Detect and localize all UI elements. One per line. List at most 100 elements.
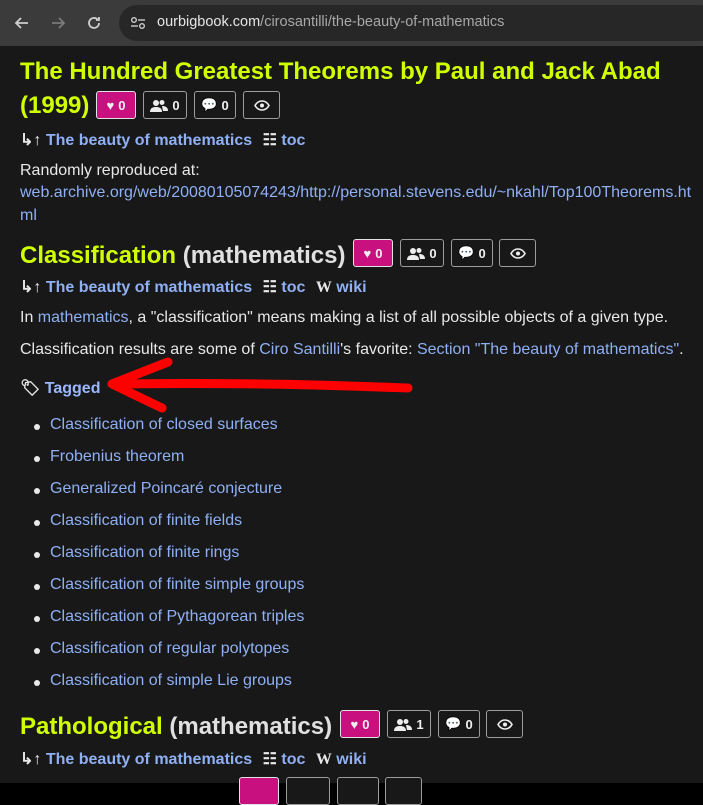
followers-count: 1	[416, 716, 424, 732]
tag-icon: 🏷	[20, 380, 41, 397]
followers-button[interactable]: 1	[387, 710, 431, 738]
list-item-link[interactable]: Classification of regular polytopes	[50, 640, 289, 657]
browser-toolbar: ourbigbook.com/cirosantilli/the-beauty-o…	[0, 0, 703, 46]
list-item[interactable]: Frobenius theorem	[33, 448, 184, 466]
page-content: The Hundred Greatest Theorems by Paul an…	[0, 46, 703, 805]
list-item-link[interactable]: Classification of finite fields	[50, 512, 242, 529]
section-title-line2[interactable]: (1999)	[20, 92, 89, 120]
heart-icon: ♥	[106, 97, 115, 113]
wiki-link[interactable]: wiki	[336, 279, 366, 296]
list-item-link[interactable]: Frobenius theorem	[50, 448, 184, 465]
view-button[interactable]	[499, 239, 536, 267]
toc-link[interactable]: toc	[281, 132, 305, 149]
eye-icon	[509, 247, 526, 259]
like-button[interactable]: ♥ 0	[340, 710, 380, 738]
like-button[interactable]: ♥ 0	[96, 91, 136, 119]
list-item-link[interactable]: Classification of finite simple groups	[50, 576, 304, 593]
url-text[interactable]: ourbigbook.com/cirosantilli/the-beauty-o…	[157, 14, 504, 30]
comments-button[interactable]	[337, 777, 379, 805]
comment-icon: 💬	[201, 97, 218, 112]
section-title-suffix: (mathematics)	[169, 713, 333, 740]
like-button[interactable]	[239, 777, 279, 805]
list-item[interactable]: Classification of Pythagorean triples	[33, 608, 304, 626]
toc-link[interactable]: toc	[281, 279, 305, 296]
wiki-link[interactable]: wiki	[336, 751, 366, 768]
comment-icon: 💬	[458, 245, 475, 260]
section-title[interactable]: Classification (mathematics)	[20, 242, 345, 270]
address-bar[interactable]: ourbigbook.com/cirosantilli/the-beauty-o…	[119, 5, 703, 41]
section-title-suffix: (mathematics)	[182, 242, 346, 269]
eye-icon	[253, 99, 270, 111]
reproduced-link[interactable]: web.archive.org/web/20080105074243/http:…	[20, 184, 691, 202]
list-item-link[interactable]: Classification of Pythagorean triples	[50, 608, 304, 625]
followers-count: 0	[172, 97, 180, 113]
comment-icon: 💬	[445, 716, 462, 731]
comments-button[interactable]: 💬 0	[194, 91, 236, 119]
list-item[interactable]: Classification of finite rings	[33, 544, 239, 562]
heart-icon: ♥	[350, 716, 359, 732]
list-item[interactable]: Generalized Poincaré conjecture	[33, 480, 282, 498]
followers-button[interactable]: 0	[143, 91, 187, 119]
section-nav: ↳↑ The beauty of mathematics ☷ toc W wik…	[20, 277, 367, 297]
text: , a "classification" means making a list…	[128, 309, 669, 326]
paragraph: In mathematics, a "classification" means…	[20, 309, 668, 327]
up-arrow-icon: ↳↑	[20, 132, 42, 149]
parent-link[interactable]: The beauty of mathematics	[46, 279, 252, 296]
list-item[interactable]: Classification of regular polytopes	[33, 640, 289, 658]
wikipedia-icon: W	[315, 279, 332, 296]
section-title[interactable]: Pathological (mathematics)	[20, 713, 332, 741]
like-count: 0	[362, 716, 370, 732]
list-item-link[interactable]: Classification of simple Lie groups	[50, 672, 292, 689]
list-item[interactable]: Classification of simple Lie groups	[34, 672, 292, 690]
reload-icon[interactable]	[82, 11, 106, 35]
text: In	[20, 309, 38, 326]
back-arrow-icon[interactable]	[10, 11, 34, 35]
reproduced-label: Randomly reproduced at:	[20, 162, 200, 179]
view-button[interactable]	[243, 91, 280, 119]
comments-button[interactable]: 💬 0	[438, 710, 480, 738]
list-icon: ☷	[262, 279, 277, 296]
list-icon: ☷	[262, 751, 277, 768]
list-item-link[interactable]: Classification of finite rings	[50, 544, 239, 561]
like-button[interactable]: ♥ 0	[353, 239, 393, 267]
url-host: ourbigbook.com	[157, 14, 261, 30]
list-item[interactable]: Classification of closed surfaces	[34, 416, 278, 434]
comments-button[interactable]: 💬 0	[451, 239, 493, 267]
comments-count: 0	[221, 97, 229, 113]
followers-button[interactable]: 0	[400, 239, 444, 267]
list-item-link[interactable]: Generalized Poincaré conjecture	[50, 480, 282, 497]
comments-count: 0	[465, 716, 473, 732]
mathematics-link[interactable]: mathematics	[38, 309, 129, 326]
toc-link[interactable]: toc	[281, 751, 305, 768]
forward-arrow-icon[interactable]	[46, 11, 70, 35]
section-link[interactable]: Section "The beauty of mathematics"	[417, 341, 679, 358]
list-item-link[interactable]: Classification of closed surfaces	[50, 416, 278, 433]
section-title[interactable]: The Hundred Greatest Theorems by Paul an…	[20, 58, 661, 86]
section-title-text: Classification	[20, 242, 177, 269]
list-item[interactable]: Classification of finite fields	[33, 512, 242, 530]
section-nav: ↳↑ The beauty of mathematics ☷ toc	[20, 130, 305, 150]
parent-link[interactable]: The beauty of mathematics	[46, 751, 252, 768]
users-icon	[407, 247, 426, 260]
list-item[interactable]: Classification of finite simple groups	[33, 576, 304, 594]
tagged-label: Tagged	[44, 380, 101, 397]
up-arrow-icon: ↳↑	[20, 751, 42, 768]
users-icon	[150, 99, 169, 112]
site-settings-icon[interactable]	[129, 14, 147, 32]
parent-link[interactable]: The beauty of mathematics	[46, 132, 252, 149]
users-icon	[394, 718, 413, 731]
wikipedia-icon: W	[315, 751, 332, 768]
view-button[interactable]	[385, 777, 422, 805]
section-title-text: Pathological	[20, 713, 163, 740]
url-path: /cirosantilli/the-beauty-of-mathematics	[260, 14, 505, 30]
followers-count: 0	[429, 245, 437, 261]
tagged-heading[interactable]: 🏷 Tagged	[20, 378, 100, 398]
section-title-text: The Hundred Greatest Theorems by Paul an…	[20, 58, 661, 85]
text: .	[679, 341, 684, 358]
followers-button[interactable]	[286, 777, 330, 805]
eye-icon	[496, 718, 513, 730]
heart-icon: ♥	[363, 245, 372, 261]
comments-count: 0	[478, 245, 486, 261]
reproduced-link-line2[interactable]: ml	[20, 207, 37, 225]
view-button[interactable]	[486, 710, 523, 738]
